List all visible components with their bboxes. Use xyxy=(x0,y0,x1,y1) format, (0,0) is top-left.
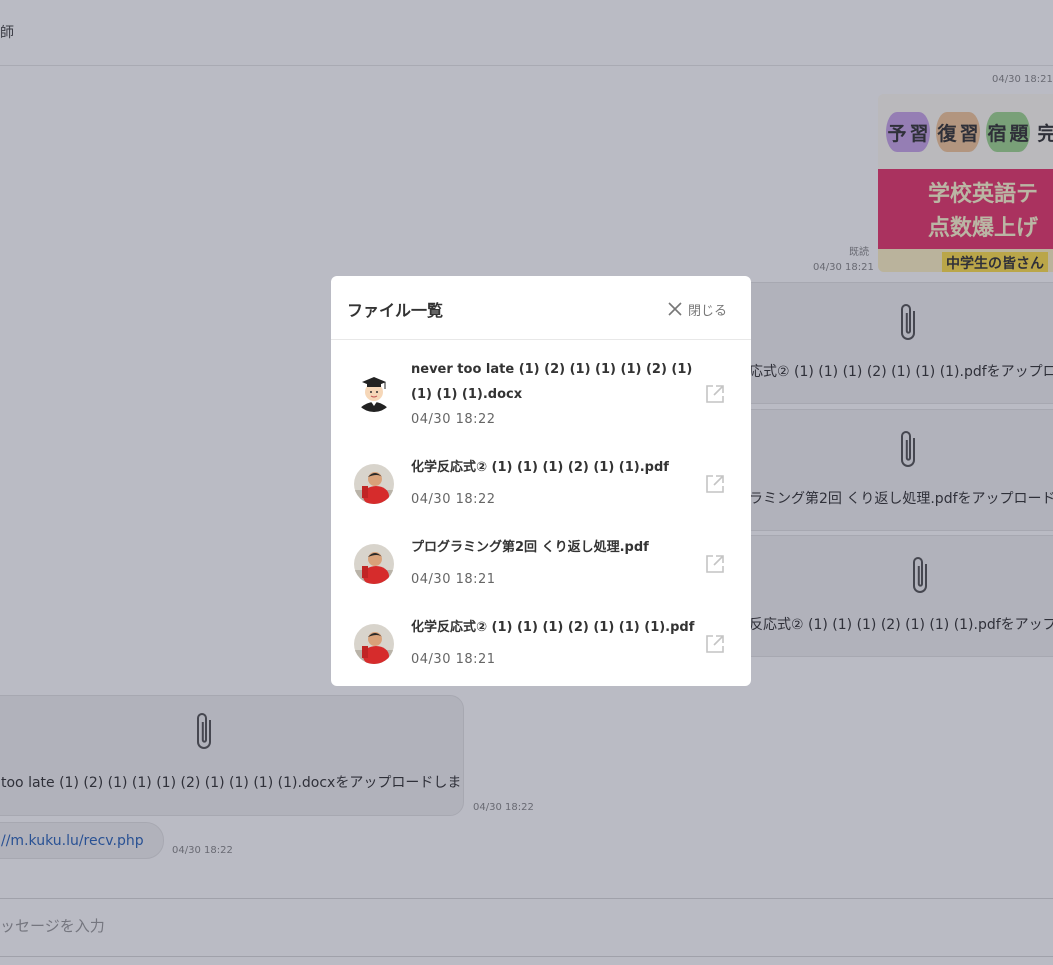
file-list: never too late (1) (2) (1) (1) (1) (2) (… xyxy=(331,340,751,672)
open-external-icon[interactable] xyxy=(705,634,725,654)
close-label: 閉じる xyxy=(687,303,727,319)
photo-avatar xyxy=(354,544,394,584)
file-name: プログラミング第2回 くり返し処理.pdf xyxy=(411,540,649,555)
file-name: 化学反応式② (1) (1) (1) (2) (1) (1) (1).pdf xyxy=(411,620,695,635)
open-external-icon[interactable] xyxy=(705,554,725,574)
file-list-item[interactable]: 化学反応式② (1) (1) (1) (2) (1) (1).pdf 04/30… xyxy=(331,432,751,512)
photo-avatar xyxy=(354,464,394,504)
file-date: 04/30 18:21 xyxy=(411,572,496,587)
file-list-modal: ファイル一覧 閉じる never too late (1) (2) (1) (1… xyxy=(331,276,751,686)
file-date: 04/30 18:22 xyxy=(411,492,496,507)
close-button[interactable]: 閉じる xyxy=(668,299,727,319)
file-date: 04/30 18:21 xyxy=(411,652,496,667)
modal-title: ファイル一覧 xyxy=(347,301,444,320)
modal-header: ファイル一覧 閉じる xyxy=(331,276,751,340)
open-external-icon[interactable] xyxy=(705,384,725,404)
file-list-item[interactable]: never too late (1) (2) (1) (1) (1) (2) (… xyxy=(331,340,751,432)
file-name: 化学反応式② (1) (1) (1) (2) (1) (1).pdf xyxy=(411,460,669,475)
file-date: 04/30 18:22 xyxy=(411,412,496,427)
file-name: never too late (1) (2) (1) (1) (1) (2) (… xyxy=(411,362,693,402)
open-external-icon[interactable] xyxy=(705,474,725,494)
graduate-avatar xyxy=(354,372,394,412)
file-list-item[interactable]: 化学反応式② (1) (1) (1) (2) (1) (1) (1).pdf 0… xyxy=(331,592,751,672)
photo-avatar xyxy=(354,624,394,664)
file-list-item[interactable]: プログラミング第2回 くり返し処理.pdf 04/30 18:21 xyxy=(331,512,751,592)
close-icon xyxy=(668,302,682,316)
